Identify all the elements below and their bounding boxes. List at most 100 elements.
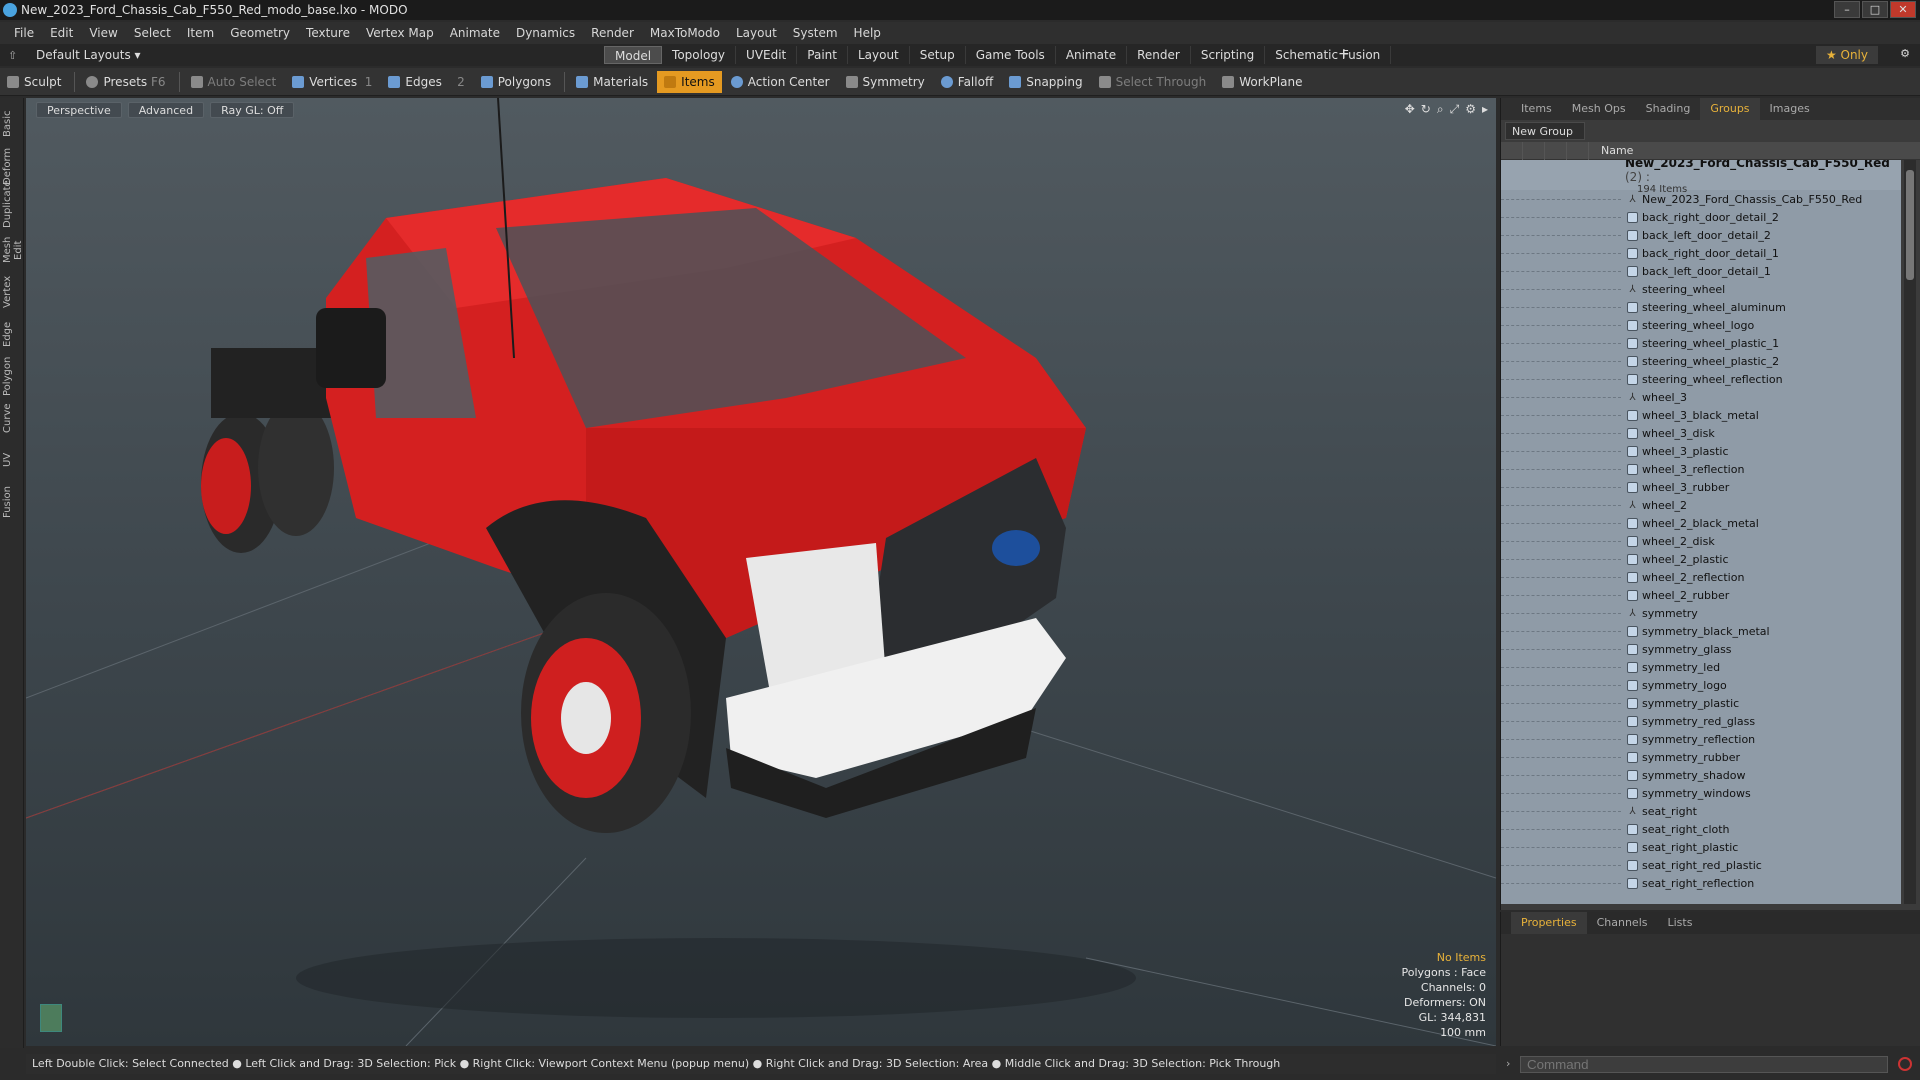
list-scrollbar[interactable] (1904, 160, 1916, 904)
menu-item-help[interactable]: Help (846, 26, 889, 40)
menu-item-render[interactable]: Render (583, 26, 642, 40)
tab-paint[interactable]: Paint (797, 46, 848, 64)
list-item[interactable]: wheel_2_black_metal (1501, 514, 1901, 532)
viewport-arrow-icon[interactable]: ▸ (1482, 102, 1488, 117)
tab-model[interactable]: Model (604, 46, 663, 64)
list-item[interactable]: seat_right_plastic (1501, 838, 1901, 856)
list-item[interactable]: seat_right_cloth (1501, 820, 1901, 838)
menu-item-select[interactable]: Select (126, 26, 179, 40)
menu-item-view[interactable]: View (81, 26, 125, 40)
list-item[interactable]: back_right_door_detail_2 (1501, 208, 1901, 226)
list-item[interactable]: back_right_door_detail_1 (1501, 244, 1901, 262)
tab-animate[interactable]: Animate (1056, 46, 1128, 64)
list-item[interactable]: ⅄ symmetry (1501, 604, 1901, 622)
tab-game-tools[interactable]: Game Tools (966, 46, 1056, 64)
list-item[interactable]: wheel_3_rubber (1501, 478, 1901, 496)
list-item[interactable]: steering_wheel_plastic_2 (1501, 352, 1901, 370)
tab-groups[interactable]: Groups (1700, 98, 1760, 120)
eye-column-icon[interactable] (1501, 141, 1523, 160)
list-item[interactable]: wheel_2_disk (1501, 532, 1901, 550)
tab-layout[interactable]: Layout (848, 46, 910, 64)
group-item-list[interactable]: New_2023_Ford_Chassis_Cab_F550_Red (2) :… (1501, 160, 1901, 904)
tab-uvedit[interactable]: UVEdit (736, 46, 798, 64)
materials-button[interactable]: Materials (569, 71, 655, 93)
add-tab-icon[interactable]: + (1338, 46, 1350, 62)
menu-item-vertex-map[interactable]: Vertex Map (358, 26, 442, 40)
menu-item-file[interactable]: File (6, 26, 42, 40)
tab-items[interactable]: Items (1511, 98, 1562, 120)
left-tab-edge[interactable]: Edge (2, 314, 22, 354)
tab-scripting[interactable]: Scripting (1191, 46, 1266, 64)
list-item[interactable]: steering_wheel_aluminum (1501, 298, 1901, 316)
group-row[interactable]: New_2023_Ford_Chassis_Cab_F550_Red (2) :… (1501, 160, 1901, 195)
vertices-button[interactable]: Vertices 1 (285, 71, 379, 93)
tab-lists[interactable]: Lists (1658, 912, 1703, 934)
action-center-button[interactable]: Action Center (724, 71, 837, 93)
list-item[interactable]: symmetry_glass (1501, 640, 1901, 658)
menu-item-layout[interactable]: Layout (728, 26, 785, 40)
left-tab-fusion[interactable]: Fusion (2, 482, 22, 522)
list-item[interactable]: ⅄ New_2023_Ford_Chassis_Cab_F550_Red (1501, 190, 1901, 208)
edges-button[interactable]: Edges 2 (381, 71, 471, 93)
menu-item-texture[interactable]: Texture (298, 26, 358, 40)
perspective-button[interactable]: Perspective (36, 102, 122, 118)
tab-properties[interactable]: Properties (1511, 912, 1587, 934)
menu-item-edit[interactable]: Edit (42, 26, 81, 40)
list-item[interactable]: symmetry_windows (1501, 784, 1901, 802)
list-item[interactable]: wheel_2_plastic (1501, 550, 1901, 568)
list-item[interactable]: symmetry_black_metal (1501, 622, 1901, 640)
advanced-button[interactable]: Advanced (127, 102, 205, 118)
list-item[interactable]: symmetry_red_glass (1501, 712, 1901, 730)
raygl-button[interactable]: Ray GL: Off (210, 102, 295, 118)
maximize-button[interactable]: □ (1862, 1, 1888, 18)
default-layouts-dropdown[interactable]: Default Layouts ▾ (36, 48, 141, 62)
tab-images[interactable]: Images (1760, 98, 1820, 120)
list-item[interactable]: ⅄ wheel_2 (1501, 496, 1901, 514)
pin-icon[interactable]: ⇧ (8, 49, 17, 62)
menu-item-dynamics[interactable]: Dynamics (508, 26, 583, 40)
name-column-header[interactable]: Name (1589, 144, 1633, 157)
list-item[interactable]: wheel_2_reflection (1501, 568, 1901, 586)
left-tab-polygon[interactable]: Polygon (2, 356, 22, 396)
left-tab-duplicate[interactable]: Duplicate (2, 180, 22, 228)
gear-icon[interactable]: ⚙ (1900, 47, 1910, 60)
auto-select-button[interactable]: Auto Select (184, 71, 284, 93)
only-toggle[interactable]: ★ Only (1815, 46, 1878, 64)
sculpt-button[interactable]: Sculpt (0, 71, 68, 93)
list-item[interactable]: wheel_2_rubber (1501, 586, 1901, 604)
menu-item-animate[interactable]: Animate (442, 26, 508, 40)
left-tab-curve[interactable]: Curve (2, 398, 22, 438)
list-item[interactable]: wheel_3_disk (1501, 424, 1901, 442)
tab-render[interactable]: Render (1127, 46, 1191, 64)
workplane-button[interactable]: WorkPlane (1215, 71, 1309, 93)
list-item[interactable]: wheel_3_plastic (1501, 442, 1901, 460)
list-item[interactable]: steering_wheel_logo (1501, 316, 1901, 334)
record-icon[interactable] (1898, 1057, 1912, 1071)
tab-shading[interactable]: Shading (1636, 98, 1701, 120)
tab-schematic-fusion[interactable]: Schematic Fusion (1265, 46, 1392, 64)
list-item[interactable]: back_left_door_detail_2 (1501, 226, 1901, 244)
left-tab-uv[interactable]: UV (2, 440, 22, 480)
list-item[interactable]: wheel_3_reflection (1501, 460, 1901, 478)
menu-item-system[interactable]: System (785, 26, 846, 40)
symmetry-button[interactable]: Symmetry (839, 71, 932, 93)
lock-column-icon[interactable] (1545, 141, 1567, 160)
list-item[interactable]: ⅄ steering_wheel (1501, 280, 1901, 298)
left-tab-mesh-edit[interactable]: Mesh Edit (2, 230, 24, 270)
snapping-button[interactable]: Snapping (1002, 71, 1089, 93)
3d-viewport[interactable]: Perspective Advanced Ray GL: Off ✥ ↻ ⌕ ⤢… (26, 98, 1496, 1046)
list-item[interactable]: symmetry_plastic (1501, 694, 1901, 712)
list-item[interactable]: seat_right_reflection (1501, 874, 1901, 892)
minimize-button[interactable]: – (1834, 1, 1860, 18)
tab-topology[interactable]: Topology (662, 46, 737, 64)
select-through-button[interactable]: Select Through (1092, 71, 1214, 93)
items-button[interactable]: Items (657, 70, 722, 93)
zoom-view-icon[interactable]: ⌕ (1437, 102, 1444, 117)
list-item[interactable]: wheel_3_black_metal (1501, 406, 1901, 424)
rotate-view-icon[interactable]: ↻ (1421, 102, 1431, 117)
tab-mesh-ops[interactable]: Mesh Ops (1562, 98, 1636, 120)
list-item[interactable]: ⅄ seat_right (1501, 802, 1901, 820)
tab-channels[interactable]: Channels (1587, 912, 1658, 934)
select-column-icon[interactable] (1567, 141, 1589, 160)
tab-setup[interactable]: Setup (910, 46, 966, 64)
